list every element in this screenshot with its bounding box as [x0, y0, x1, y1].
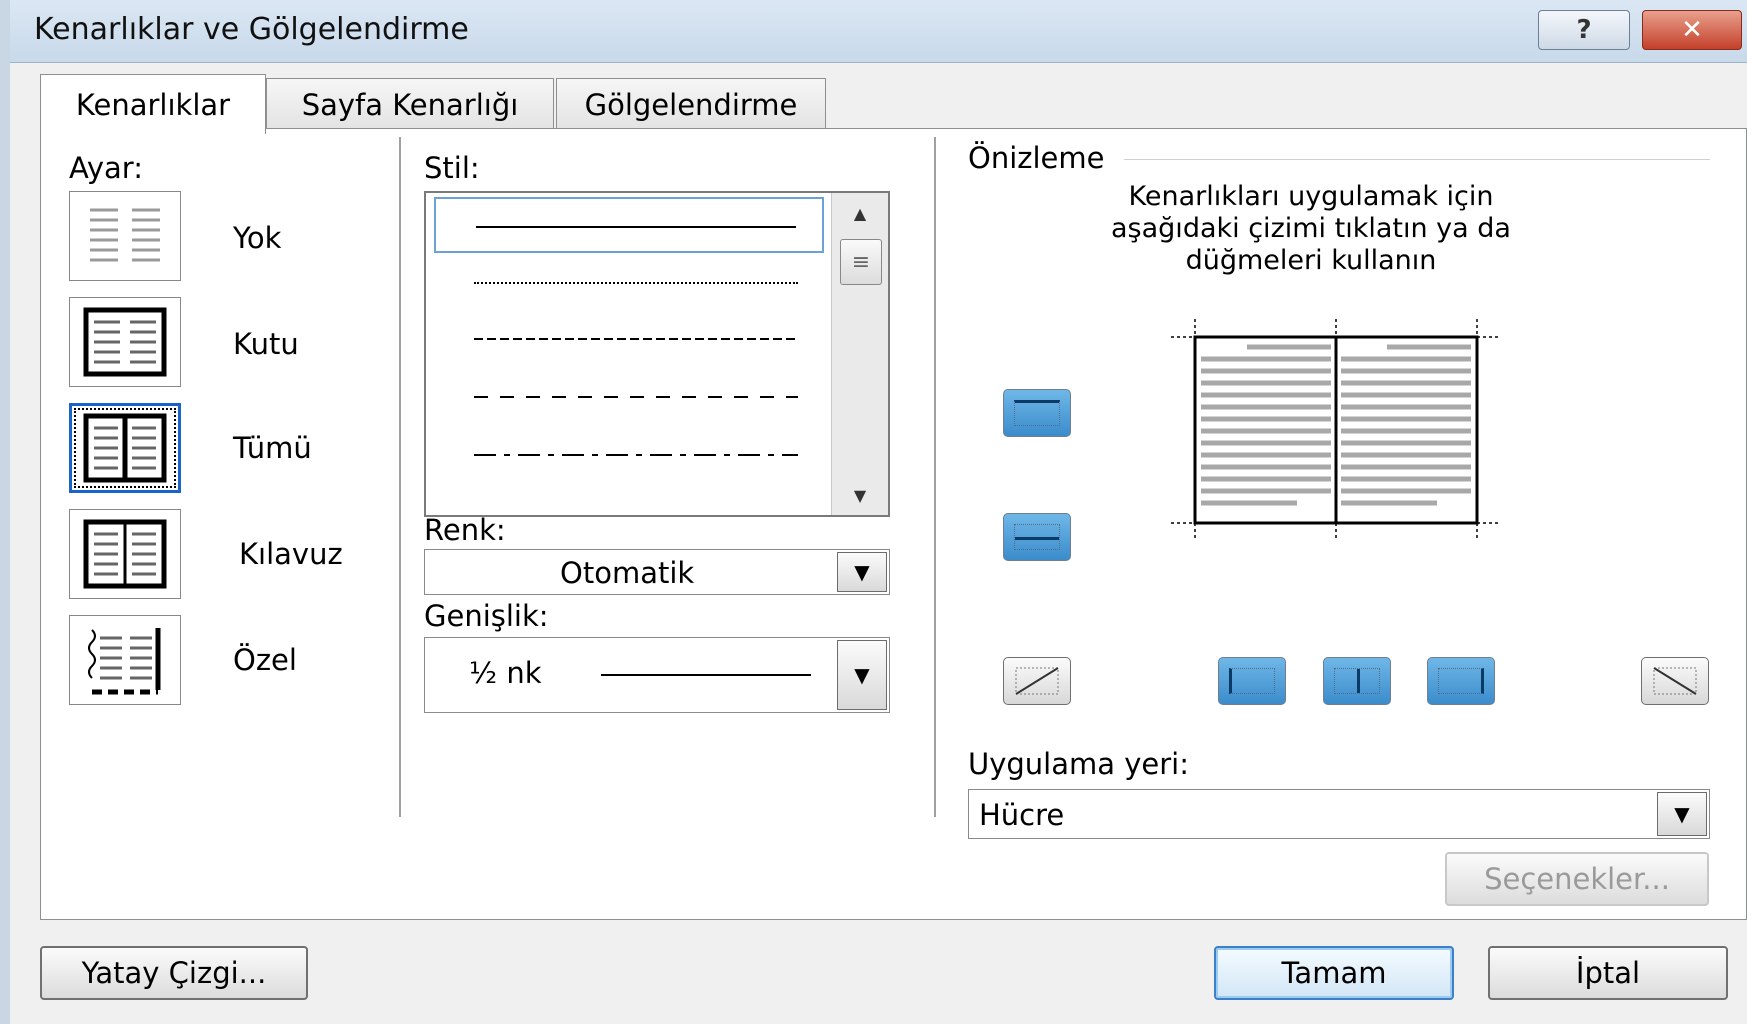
- right-border-button[interactable]: [1427, 657, 1495, 705]
- setting-none-label: Yok: [233, 221, 282, 255]
- setting-box-button[interactable]: [69, 297, 181, 387]
- width-dropdown[interactable]: ½ nk ▼: [424, 637, 890, 713]
- inside-vertical-border-icon: [1334, 668, 1380, 694]
- solid-line: [476, 226, 796, 228]
- preview-label: Önizleme: [968, 141, 1105, 175]
- column-divider-right: [934, 137, 936, 817]
- style-option-dash-dot[interactable]: [434, 429, 824, 485]
- ok-button-label: Tamam: [1281, 956, 1387, 990]
- column-divider-left: [399, 137, 401, 817]
- cancel-button-label: İptal: [1575, 956, 1641, 990]
- apply-to-dropdown[interactable]: Hücre ▼: [968, 789, 1710, 839]
- style-list-scrollbar[interactable]: ▲ ≡ ▼: [831, 193, 888, 515]
- borders-and-shading-dialog: Kenarlıklar ve Gölgelendirme ? ✕ Kenarlı…: [0, 0, 1747, 1024]
- preview-diagram[interactable]: [1171, 319, 1511, 541]
- close-button[interactable]: ✕: [1642, 10, 1742, 50]
- setting-label: Ayar:: [69, 151, 143, 185]
- left-border-button[interactable]: [1218, 657, 1286, 705]
- top-border-button[interactable]: [1003, 389, 1071, 437]
- style-option-dashed-large[interactable]: [434, 371, 824, 427]
- tab-page-border-label: Sayfa Kenarlığı: [301, 87, 519, 122]
- scroll-thumb[interactable]: ≡: [840, 239, 882, 285]
- preview-instructions-line2: aşağıdaki çizimi tıklatın ya da: [1111, 213, 1511, 244]
- tab-borders[interactable]: Kenarlıklar: [40, 74, 266, 134]
- preview-group-line: [1124, 159, 1710, 160]
- scroll-down-icon[interactable]: ▼: [832, 475, 888, 515]
- box-border-icon: [83, 307, 167, 377]
- apply-to-value: Hücre: [979, 798, 1065, 832]
- tab-borders-label: Kenarlıklar: [75, 87, 231, 122]
- diagonal-up-icon: [1015, 667, 1059, 695]
- diagonal-down-icon: [1653, 667, 1697, 695]
- help-icon: ?: [1576, 15, 1592, 45]
- all-borders-icon: [83, 413, 167, 483]
- setting-custom-label: Özel: [233, 643, 297, 677]
- setting-none-button[interactable]: [69, 191, 181, 281]
- style-label: Stil:: [424, 151, 480, 185]
- tab-page-border[interactable]: Sayfa Kenarlığı: [266, 78, 554, 130]
- inside-horizontal-border-button[interactable]: [1003, 513, 1071, 561]
- color-dropdown[interactable]: Otomatik ▼: [424, 549, 890, 595]
- style-option-dashed-small[interactable]: [434, 313, 824, 369]
- borders-panel: Ayar: Yok Kutu Tümü Kılavuz Özel Stil: ▲…: [40, 128, 1747, 920]
- tab-shading-label: Gölgelendirme: [584, 87, 798, 122]
- diagonal-up-border-button[interactable]: [1003, 657, 1071, 705]
- close-icon: ✕: [1681, 15, 1703, 45]
- style-option-solid[interactable]: [434, 197, 824, 253]
- inside-horizontal-border-icon: [1014, 524, 1060, 550]
- no-border-icon: [90, 208, 160, 262]
- preview-instructions: Kenarlıkları uygulamak için aşağıdaki çi…: [1041, 181, 1581, 277]
- grid-border-icon: [83, 519, 167, 589]
- preview-instructions-line1: Kenarlıkları uygulamak için: [1128, 181, 1494, 212]
- setting-custom-button[interactable]: [69, 615, 181, 705]
- top-border-icon: [1014, 400, 1060, 426]
- width-label: Genişlik:: [424, 599, 549, 633]
- scroll-up-icon[interactable]: ▲: [832, 193, 888, 233]
- setting-box-label: Kutu: [233, 327, 299, 361]
- style-list[interactable]: ▲ ≡ ▼: [424, 191, 890, 517]
- options-button[interactable]: Seçenekler...: [1445, 852, 1709, 906]
- diagonal-down-border-button[interactable]: [1641, 657, 1709, 705]
- chevron-down-icon[interactable]: ▼: [837, 552, 887, 592]
- horizontal-line-button[interactable]: Yatay Çizgi...: [40, 946, 308, 1000]
- dash-dot-line: [474, 454, 798, 456]
- setting-grid-label: Kılavuz: [239, 537, 343, 571]
- dashed-large-line: [474, 396, 798, 398]
- color-value: Otomatik: [560, 556, 695, 590]
- window-title: Kenarlıklar ve Gölgelendirme: [34, 12, 469, 47]
- ok-button[interactable]: Tamam: [1214, 946, 1454, 1000]
- preview-instructions-line3: düğmeleri kullanın: [1185, 245, 1437, 276]
- dashed-small-line: [474, 338, 798, 340]
- setting-grid-button[interactable]: [69, 509, 181, 599]
- style-option-dotted[interactable]: [434, 255, 824, 311]
- color-label: Renk:: [424, 513, 506, 547]
- cancel-button[interactable]: İptal: [1488, 946, 1728, 1000]
- setting-all-button[interactable]: [69, 403, 181, 493]
- help-button[interactable]: ?: [1538, 10, 1630, 50]
- dotted-line: [474, 282, 798, 284]
- chevron-down-icon[interactable]: ▼: [837, 640, 887, 710]
- chevron-down-icon[interactable]: ▼: [1657, 792, 1707, 836]
- width-value: ½ nk: [469, 656, 542, 690]
- setting-all-label: Tümü: [233, 431, 312, 465]
- left-border-icon: [1229, 668, 1275, 694]
- title-bar: Kenarlıklar ve Gölgelendirme ? ✕: [10, 0, 1747, 63]
- apply-to-label: Uygulama yeri:: [968, 747, 1189, 781]
- inside-vertical-border-button[interactable]: [1323, 657, 1391, 705]
- custom-border-icon: [88, 628, 161, 695]
- tab-shading[interactable]: Gölgelendirme: [556, 78, 826, 130]
- right-border-icon: [1438, 668, 1484, 694]
- options-button-label: Seçenekler...: [1484, 862, 1670, 896]
- horizontal-line-button-label: Yatay Çizgi...: [81, 956, 267, 990]
- width-line-sample: [601, 674, 811, 676]
